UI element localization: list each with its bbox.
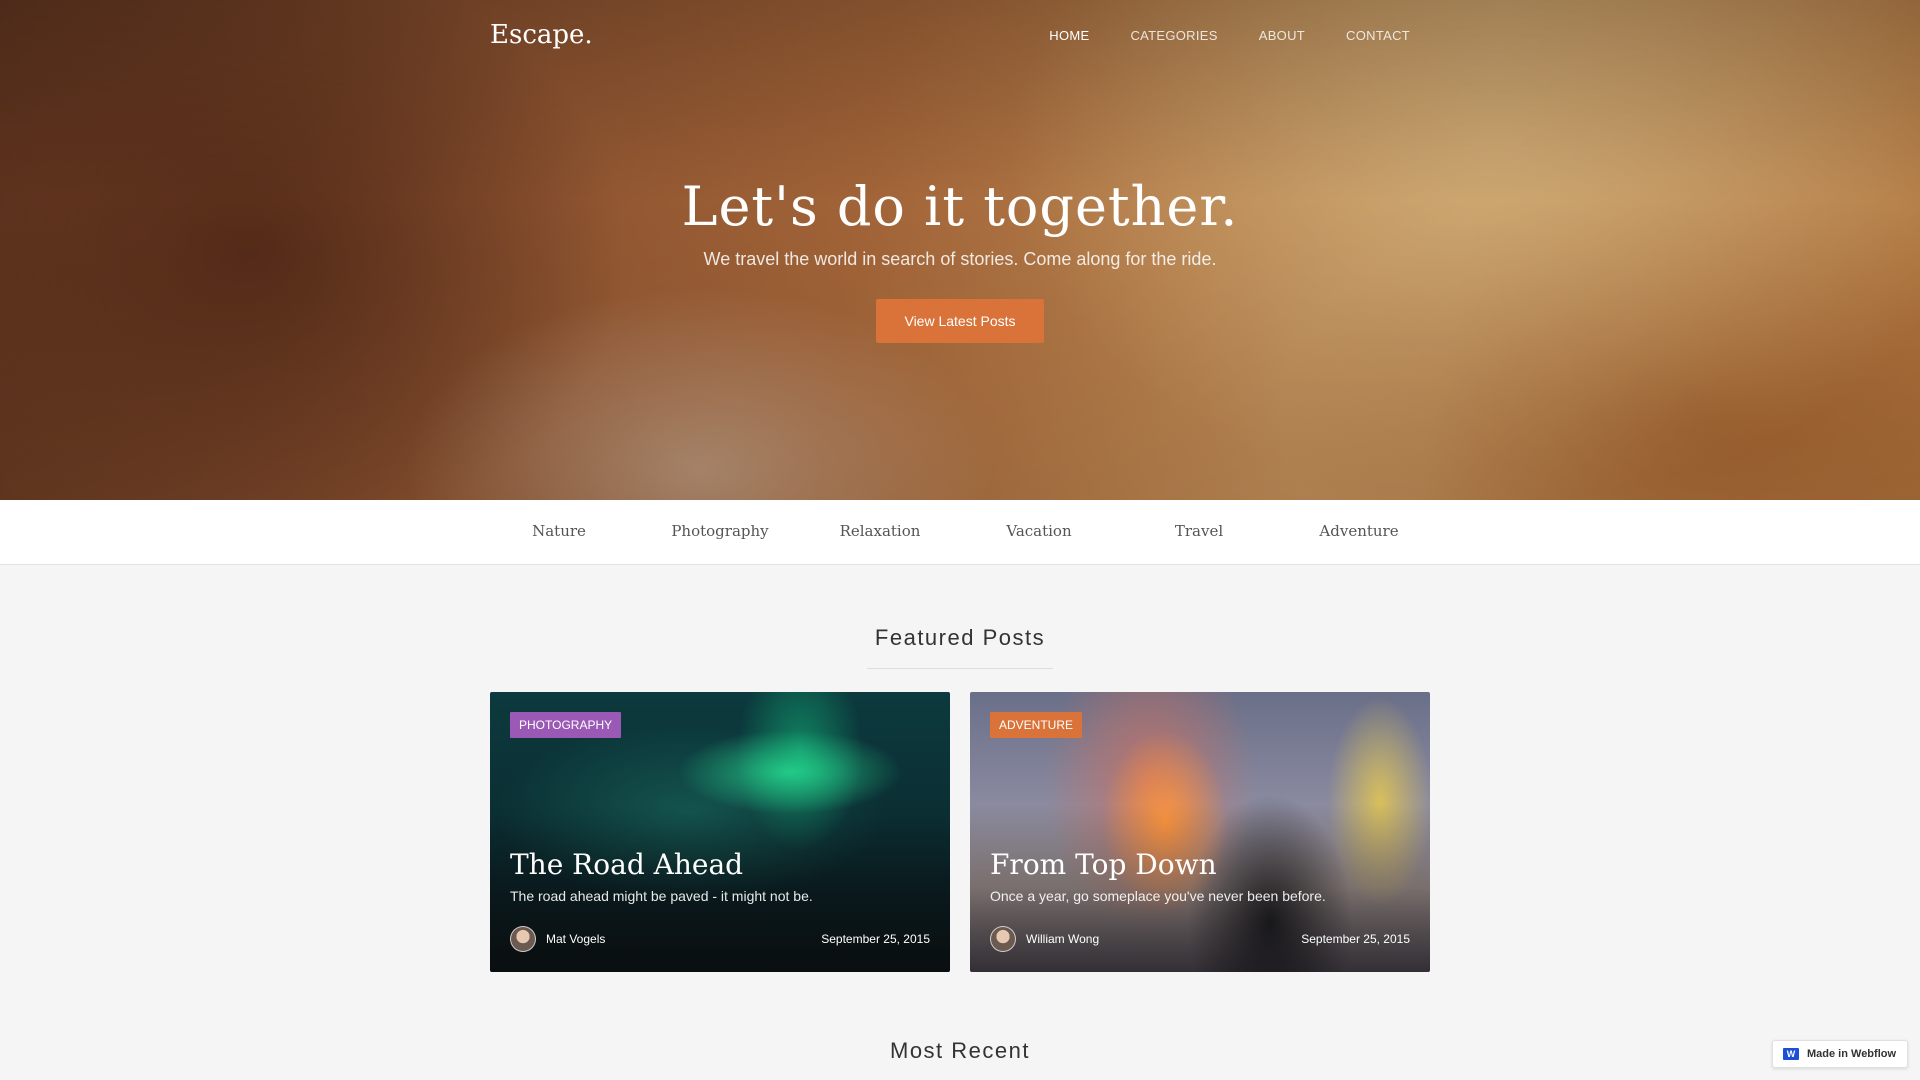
- nav-about-link[interactable]: ABOUT: [1259, 28, 1305, 43]
- nav-home-link[interactable]: HOME: [1049, 28, 1089, 43]
- made-in-webflow-badge[interactable]: W Made in Webflow: [1772, 1040, 1908, 1068]
- category-bar: Nature Photography Relaxation Vacation T…: [0, 500, 1920, 565]
- featured-posts-heading: Featured Posts: [874, 625, 1046, 650]
- category-vacation-link[interactable]: Vacation: [959, 522, 1119, 540]
- featured-post-card[interactable]: PHOTOGRAPHY The Road Ahead The road ahea…: [490, 692, 950, 972]
- hero-subtitle: We travel the world in search of stories…: [703, 249, 1217, 269]
- post-category-tag[interactable]: ADVENTURE: [990, 712, 1083, 738]
- main-nav: HOME CATEGORIES ABOUT CONTACT: [1049, 28, 1410, 43]
- hero-section: Escape. HOME CATEGORIES ABOUT CONTACT Le…: [0, 0, 1920, 500]
- category-photography-link[interactable]: Photography: [640, 522, 800, 540]
- nav-categories-link[interactable]: CATEGORIES: [1130, 28, 1217, 43]
- nav-contact-link[interactable]: CONTACT: [1346, 28, 1410, 43]
- author-avatar: [990, 926, 1016, 952]
- category-adventure-link[interactable]: Adventure: [1279, 522, 1439, 540]
- post-category-tag[interactable]: PHOTOGRAPHY: [510, 712, 622, 738]
- category-relaxation-link[interactable]: Relaxation: [800, 522, 960, 540]
- badge-label: Made in Webflow: [1807, 1048, 1897, 1060]
- post-date: September 25, 2015: [821, 932, 930, 946]
- webflow-logo-icon: W: [1783, 1048, 1799, 1060]
- category-nature-link[interactable]: Nature: [479, 522, 639, 540]
- post-author: William Wong: [1026, 932, 1100, 946]
- site-logo[interactable]: Escape.: [490, 20, 593, 50]
- featured-post-card[interactable]: ADVENTURE From Top Down Once a year, go …: [970, 692, 1430, 972]
- post-excerpt: The road ahead might be paved - it might…: [510, 888, 813, 904]
- post-excerpt: Once a year, go someplace you've never b…: [990, 888, 1326, 904]
- post-date: September 25, 2015: [1301, 932, 1410, 946]
- hero-title: Let's do it together.: [681, 175, 1239, 238]
- category-travel-link[interactable]: Travel: [1119, 522, 1279, 540]
- post-title[interactable]: From Top Down: [990, 848, 1217, 881]
- view-latest-posts-button[interactable]: View Latest Posts: [876, 299, 1044, 343]
- author-avatar: [510, 926, 536, 952]
- post-title[interactable]: The Road Ahead: [510, 848, 743, 881]
- post-author: Mat Vogels: [546, 932, 606, 946]
- most-recent-heading: Most Recent: [890, 1038, 1030, 1063]
- section-divider: [867, 668, 1053, 669]
